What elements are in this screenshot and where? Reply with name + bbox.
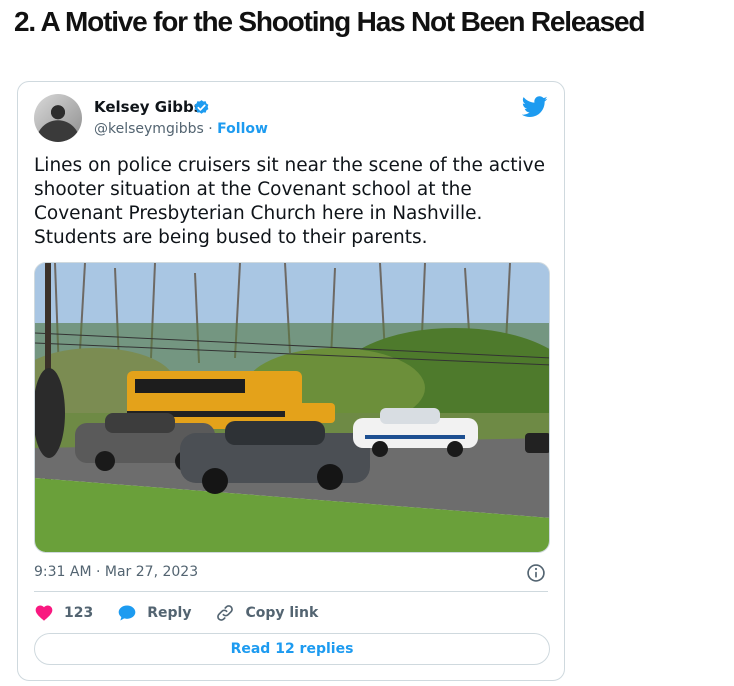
info-icon[interactable] [526, 563, 546, 583]
tweet-timestamp[interactable]: 9:31 AM · Mar 27, 2023 [34, 564, 198, 580]
tweet-divider [34, 591, 548, 592]
author-handle[interactable]: @kelseymgibbs [94, 121, 204, 137]
article-heading: 2. A Motive for the Shooting Has Not Bee… [14, 6, 645, 37]
read-replies-button[interactable]: Read 12 replies [34, 633, 550, 665]
follow-link[interactable]: Follow [217, 121, 268, 137]
tweet-actions: 123 Reply Copy link [34, 602, 342, 624]
reply-button[interactable]: Reply [117, 603, 191, 623]
tweet-text: Lines on police cruisers sit near the sc… [34, 155, 546, 248]
embedded-tweet-card: Kelsey Gibbs @kelseymgibbs · Follow Line… [17, 81, 565, 681]
tweet-media-photo[interactable] [34, 262, 550, 553]
tweet-author-row: Kelsey Gibbs @kelseymgibbs · Follow [34, 94, 548, 144]
copy-link-button[interactable]: Copy link [215, 603, 318, 623]
police-cruisers-photo [35, 263, 549, 552]
like-button[interactable]: 123 [34, 603, 93, 623]
copy-link-label: Copy link [245, 605, 319, 621]
reply-label: Reply [147, 605, 192, 621]
like-count: 123 [64, 605, 94, 621]
author-avatar[interactable] [34, 94, 82, 142]
author-name[interactable]: Kelsey Gibbs [94, 98, 203, 116]
twitter-bird-icon[interactable] [522, 96, 548, 118]
verified-badge-icon [194, 100, 209, 114]
speech-bubble-icon [118, 605, 136, 621]
heart-icon [35, 605, 53, 621]
author-handle-line: @kelseymgibbs · Follow [94, 121, 268, 137]
handle-separator: · [208, 121, 213, 137]
link-icon [217, 605, 234, 621]
